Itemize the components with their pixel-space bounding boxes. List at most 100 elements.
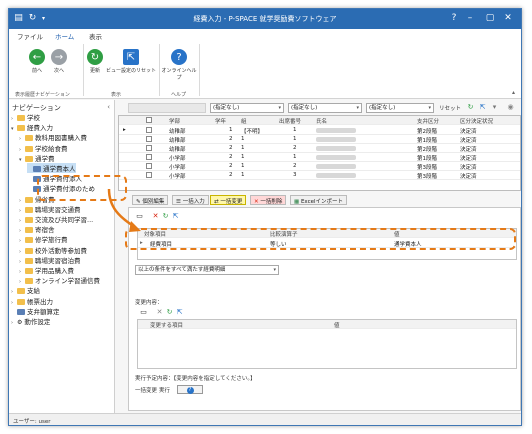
tab-bulk-delete[interactable]: ✕ 一括削除 <box>250 195 287 205</box>
nav-item[interactable]: › 寄宿舎 <box>19 224 55 234</box>
grid-header[interactable]: 氏名 <box>316 117 327 125</box>
info-icon[interactable]: ◉ <box>506 103 515 112</box>
folder-icon <box>25 247 33 254</box>
table-cell: 第1段階 <box>417 138 437 144</box>
nav-item[interactable]: › 職場実習交通費 <box>19 204 81 214</box>
forward-button[interactable]: → 次へ <box>49 49 69 74</box>
tab-label: 一括入力 <box>182 199 205 205</box>
nav-item[interactable]: › 職場実習宿泊費 <box>19 255 81 265</box>
filter-combo-3[interactable]: (指定なし) ▾ <box>366 103 434 113</box>
folder-icon <box>17 298 25 305</box>
nav-item[interactable]: › 交流及び共同学習... <box>19 214 93 224</box>
tab-bulk-input[interactable]: ☰ 一括入力 <box>172 195 209 205</box>
table-cell: 第3段階 <box>417 165 437 171</box>
delete-icon[interactable]: ✕ <box>155 308 164 317</box>
new-document-icon[interactable]: ▭ <box>139 308 148 317</box>
refresh-icon[interactable]: ↻ <box>161 212 170 221</box>
menu-view[interactable]: 表示 <box>89 31 102 41</box>
filter-combo-2[interactable]: (指定なし) ▾ <box>288 103 362 113</box>
grid-header[interactable]: 出席番号 <box>279 117 301 125</box>
filter-dropdown-icon[interactable]: ▾ <box>490 103 499 112</box>
export-icon[interactable]: ⇱ <box>171 212 180 221</box>
grid-header[interactable]: 組 <box>241 117 247 125</box>
table-row[interactable]: 小学部 2 1 1 第1段階 決定済 <box>119 153 520 162</box>
minimize-button[interactable]: – <box>463 11 477 25</box>
filter-combo-1[interactable]: (指定なし) ▾ <box>210 103 284 113</box>
nav-item-label: 動作設定 <box>24 318 51 326</box>
redacted-name <box>316 155 356 160</box>
export-icon[interactable]: ⇱ <box>478 103 487 112</box>
refresh-icon[interactable]: ↻ <box>466 103 475 112</box>
table-row[interactable]: 幼稚部 2 1 2 第2段階 決定済 <box>119 144 520 153</box>
row-checkbox[interactable] <box>146 127 152 133</box>
nav-item[interactable]: › 学校 <box>11 112 40 122</box>
table-cell: 第2段階 <box>417 129 437 135</box>
table-cell: 1 <box>241 145 245 151</box>
table-row[interactable]: 幼稚部 2 1 1 第1段階 決定済 <box>119 135 520 144</box>
reset-view-button[interactable]: ⇱ ビュー設定のリセット <box>105 49 157 74</box>
nav-item[interactable]: ▾ 経費入力 <box>11 122 53 132</box>
group-label-help: ヘルプ <box>171 92 187 98</box>
nav-item[interactable]: › 校外活動等参加費 <box>19 245 87 255</box>
grid-header[interactable]: 支弁区分 <box>417 117 439 125</box>
excel-icon: ▦ <box>294 199 300 205</box>
close-button[interactable]: ✕ <box>501 11 515 25</box>
nav-item[interactable]: › 支給 <box>11 285 40 295</box>
nav-item[interactable]: 支弁額算定 <box>11 306 60 316</box>
nav-item[interactable]: 通学費本人 <box>27 163 76 173</box>
nav-item[interactable]: › 教科用図書購入費 <box>19 132 87 142</box>
nav-item[interactable]: › 学用品購入費 <box>19 265 74 275</box>
nav-item-label: 教科用図書購入費 <box>35 134 87 143</box>
tab-excel-import[interactable]: ▦ Excelインポート <box>290 195 348 205</box>
delete-icon[interactable]: ✕ <box>151 212 160 221</box>
redacted-name <box>316 173 356 178</box>
nav-item[interactable]: ▾ 通学費 <box>19 153 55 163</box>
nav-item[interactable]: › 学校給食費 <box>19 143 68 153</box>
change-header: 変更する項目 <box>150 323 184 329</box>
question-icon: ? <box>186 387 194 394</box>
redacted-name <box>316 164 356 169</box>
school-filter-redacted[interactable] <box>128 103 206 113</box>
nav-item[interactable]: › ⚙ 動作設定 <box>11 316 50 326</box>
row-indicator-icon: ▸ <box>123 127 126 133</box>
export-icon[interactable]: ⇱ <box>175 308 184 317</box>
grid-header[interactable]: 区分決定状況 <box>460 117 493 125</box>
table-row[interactable]: ▸ 幼稚部 1 【不明】 1 第2段階 決定済 <box>119 126 520 135</box>
grid-header[interactable]: 学部 <box>169 117 180 125</box>
table-cell: 1 <box>229 127 233 133</box>
table-row[interactable]: 小学部 2 1 3 第3段階 決定済 <box>119 171 520 180</box>
reset-view-label: ビュー設定のリセット <box>105 68 156 74</box>
nav-item[interactable]: › 修学旅行費 <box>19 234 68 244</box>
select-all-checkbox[interactable] <box>146 117 152 123</box>
reset-view-icon: ⇱ <box>123 49 139 65</box>
table-row[interactable]: 小学部 2 1 2 第3段階 決定済 <box>119 162 520 171</box>
reset-link[interactable]: リセット <box>439 104 461 112</box>
folder-icon <box>25 217 33 223</box>
refresh-icon[interactable]: ↻ <box>165 308 174 317</box>
nav-collapse-icon[interactable]: ‹ <box>107 103 110 111</box>
row-checkbox[interactable] <box>146 154 152 160</box>
run-button[interactable]: ? <box>177 385 203 394</box>
change-section-label: 変更内容： <box>135 300 163 306</box>
row-checkbox[interactable] <box>146 172 152 178</box>
help-icon[interactable]: ? <box>447 11 461 25</box>
row-checkbox[interactable] <box>146 136 152 142</box>
table-cell: 2 <box>293 163 297 169</box>
maximize-button[interactable]: ▢ <box>483 11 497 25</box>
tab-label: 個別編集 <box>142 199 165 205</box>
menu-file[interactable]: ファイル <box>17 31 43 41</box>
online-help-button[interactable]: ? オンラインヘルプ <box>161 49 197 81</box>
chevron-down-icon: ▾ <box>428 105 431 111</box>
condition-mode-select[interactable]: 以上の条件をすべて満たす経費明細 ▾ <box>135 265 279 275</box>
row-checkbox[interactable] <box>146 163 152 169</box>
ribbon-collapse-icon[interactable]: ▴ <box>512 89 515 96</box>
nav-item[interactable]: › オンライン学習通信費 <box>19 275 100 285</box>
row-checkbox[interactable] <box>146 145 152 151</box>
refresh-button[interactable]: ↻ 更新 <box>85 49 105 74</box>
nav-item[interactable]: › 帳票出力 <box>11 296 53 306</box>
menu-bar: ファイル ホーム 表示 <box>9 29 521 42</box>
refresh-icon: ↻ <box>87 49 103 65</box>
back-button[interactable]: ← 前へ <box>27 49 47 74</box>
grid-header[interactable]: 学年 <box>215 117 226 125</box>
tab-bulk-change[interactable]: ⇄ 一括変更 <box>210 195 247 205</box>
